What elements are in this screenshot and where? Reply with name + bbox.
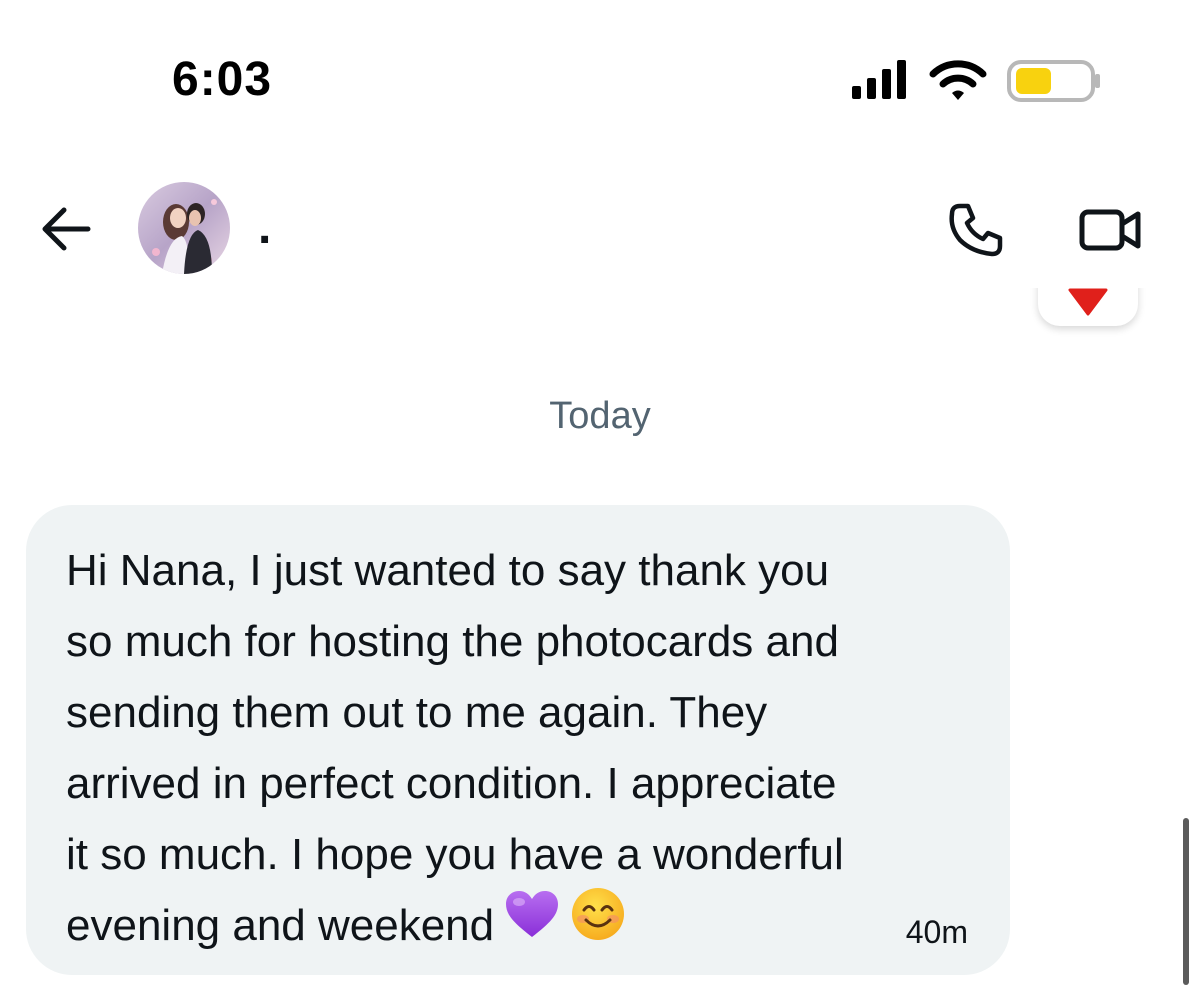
message-text-body: Hi Nana, I just wanted to say thank you … (66, 546, 844, 951)
status-icons (850, 56, 1100, 106)
status-time: 6:03 (172, 53, 273, 106)
received-message-bubble[interactable]: Hi Nana, I just wanted to say thank you … (26, 505, 1010, 975)
back-arrow-icon (42, 207, 91, 251)
message-text: Hi Nana, I just wanted to say thank you … (66, 535, 976, 967)
smiling-face-emoji (570, 886, 626, 963)
avatar[interactable] (138, 182, 230, 274)
voice-call-button[interactable] (946, 200, 1006, 260)
phone-icon (949, 203, 1003, 257)
wifi-icon (929, 60, 987, 100)
battery-icon (1007, 60, 1100, 102)
video-camera-icon (1079, 209, 1141, 251)
date-divider: Today (549, 395, 651, 437)
contact-name[interactable]: . (258, 200, 271, 255)
dm-conversation-screen: 6:03 . Today Hi Nana, I just wanted to s… (0, 0, 1200, 985)
back-button[interactable] (38, 204, 94, 254)
purple-heart-emoji (504, 889, 560, 960)
video-call-button[interactable] (1078, 204, 1144, 256)
message-timestamp: 40m (905, 914, 968, 950)
down-arrow-icon (1068, 288, 1108, 316)
conversation-header: . (0, 170, 1200, 285)
cellular-signal-icon (852, 60, 906, 99)
scrollbar[interactable] (1183, 818, 1189, 985)
